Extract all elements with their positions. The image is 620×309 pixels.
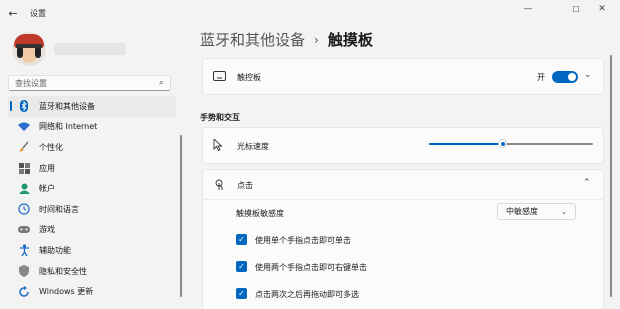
accessibility-icon: [18, 244, 30, 257]
cursor-icon: [213, 137, 223, 154]
sidebar-item-gaming[interactable]: 游戏: [8, 220, 176, 241]
brush-icon: [18, 141, 30, 153]
sidebar-item-label: 隐私和安全性: [39, 266, 87, 276]
sidebar-item-label: 个性化: [39, 142, 63, 152]
cursor-speed-fill: [429, 143, 503, 145]
cursor-speed-slider[interactable]: [429, 139, 593, 148]
gamepad-icon: [18, 224, 30, 236]
arrow-left-icon: ←: [8, 6, 18, 20]
back-button[interactable]: ←: [0, 0, 26, 26]
search-input[interactable]: 查找设置 ⌕: [8, 75, 171, 91]
sidebar-item-accounts[interactable]: 帐户: [8, 178, 176, 199]
sensitivity-value: 中敏感度: [506, 207, 538, 216]
breadcrumb-parent[interactable]: 蓝牙和其他设备: [200, 29, 305, 50]
cursor-speed-label: 光标速度: [237, 142, 269, 151]
cursor-speed-card: 光标速度: [202, 127, 604, 164]
chevron-down-icon[interactable]: ⌄: [584, 70, 592, 80]
shield-icon: [18, 265, 30, 278]
windows-update-icon: [18, 285, 30, 298]
person-icon: [18, 183, 30, 195]
sidebar-item-bluetooth[interactable]: 蓝牙和其他设备: [8, 96, 176, 117]
chevron-up-icon[interactable]: ⌃: [583, 178, 591, 188]
minimize-button[interactable]: —: [510, 0, 546, 18]
taps-label: 点击: [237, 181, 253, 190]
sidebar-item-label: 时间和语言: [39, 204, 79, 214]
option-two-finger-tap-label: 使用两个手指点击即可右键单击: [255, 263, 367, 272]
checkbox-two-finger-tap[interactable]: ✓: [236, 261, 247, 272]
sidebar-item-label: 应用: [39, 163, 55, 173]
sensitivity-dropdown[interactable]: 中敏感度 ⌄: [497, 203, 576, 220]
sidebar-item-time-language[interactable]: 时间和语言: [8, 199, 176, 220]
maximize-icon: ☐: [572, 4, 580, 14]
breadcrumb-separator: ›: [314, 32, 319, 47]
touchpad-icon: [213, 71, 226, 84]
sidebar-item-label: 帐户: [39, 184, 55, 194]
user-name-redacted: [54, 43, 126, 55]
sidebar-item-apps[interactable]: 应用: [8, 158, 176, 179]
search-placeholder: 查找设置: [15, 78, 47, 88]
wifi-icon: [18, 121, 30, 133]
option-double-tap-drag-label: 点击两次之后再拖动即可多选: [255, 290, 359, 299]
search-icon: ⌕: [158, 78, 164, 88]
checkbox-single-tap[interactable]: ✓: [236, 234, 247, 245]
checkbox-double-tap-drag[interactable]: ✓: [236, 288, 247, 299]
bluetooth-icon: [18, 100, 30, 113]
sidebar-nav: 蓝牙和其他设备 网络和 Internet 个性化 应用 帐户 时间和语言 游戏 …: [8, 96, 176, 302]
touchpad-toggle[interactable]: [552, 71, 578, 83]
tap-icon: [213, 179, 225, 194]
sensitivity-label: 触摸板敏感度: [236, 209, 284, 218]
sidebar-item-label: 网络和 Internet: [39, 122, 98, 132]
section-heading-gestures: 手势和交互: [200, 113, 240, 122]
sidebar-scrollbar[interactable]: [180, 135, 182, 297]
sidebar-item-label: Windows 更新: [39, 287, 94, 297]
close-button[interactable]: ✕: [584, 0, 620, 18]
touchpad-card[interactable]: 触控板 开 ⌄: [202, 58, 604, 95]
page-title: 触摸板: [327, 31, 373, 49]
sidebar-item-accessibility[interactable]: 辅助功能: [8, 240, 176, 261]
user-profile[interactable]: [12, 32, 126, 66]
chevron-down-icon: ⌄: [561, 207, 567, 216]
option-single-tap-label: 使用单个手指点击即可单击: [255, 236, 351, 245]
minimize-icon: —: [523, 4, 533, 14]
sidebar-item-personalization[interactable]: 个性化: [8, 137, 176, 158]
close-icon: ✕: [598, 4, 606, 14]
globe-clock-icon: [18, 203, 30, 215]
apps-icon: [18, 162, 30, 174]
app-title: 设置: [30, 8, 46, 18]
touchpad-label: 触控板: [237, 73, 261, 82]
sidebar-item-windows-update[interactable]: Windows 更新: [8, 281, 176, 302]
sidebar-item-label: 蓝牙和其他设备: [39, 101, 95, 111]
avatar: [12, 32, 46, 66]
sidebar-item-network[interactable]: 网络和 Internet: [8, 117, 176, 138]
sidebar-item-privacy[interactable]: 隐私和安全性: [8, 261, 176, 282]
sidebar-item-label: 游戏: [39, 225, 55, 235]
main-scrollbar[interactable]: [610, 55, 612, 297]
touchpad-toggle-state: 开: [537, 73, 545, 82]
sidebar-item-label: 辅助功能: [39, 245, 71, 255]
breadcrumb: 蓝牙和其他设备 › 触摸板: [200, 29, 373, 50]
